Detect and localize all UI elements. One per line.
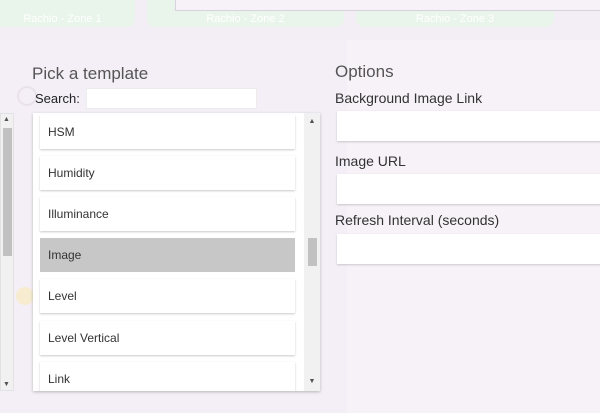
refresh-interval-input[interactable] xyxy=(337,234,600,264)
image-url-input[interactable] xyxy=(337,174,600,204)
template-item-illuminance[interactable]: Illuminance xyxy=(40,197,295,231)
background-image-link-input[interactable] xyxy=(337,111,600,141)
template-item-hsm[interactable]: HSM xyxy=(40,115,295,149)
bg-tile-zone-1: Rachio - Zone 1 xyxy=(0,0,135,27)
bg-scroll-down-icon: ▼ xyxy=(3,381,10,388)
bg-scrollbar: ▲ ▼ xyxy=(0,113,14,391)
scroll-up-icon[interactable]: ▲ xyxy=(304,115,320,129)
bg-tile-label: Rachio - Zone 1 xyxy=(23,13,102,25)
search-input[interactable] xyxy=(86,88,257,109)
template-item-level[interactable]: Level xyxy=(40,279,295,313)
bg-scroll-up-icon: ▲ xyxy=(3,116,10,123)
bg-tile-label: Rachio - Zone 3 xyxy=(415,13,495,25)
image-url-label: Image URL xyxy=(335,153,406,169)
template-item-link[interactable]: Link xyxy=(40,362,295,391)
background-image-link-label: Background Image Link xyxy=(335,90,483,106)
template-item-level-vertical[interactable]: Level Vertical xyxy=(40,321,295,355)
template-list: HSM Humidity Illuminance Image Level Lev… xyxy=(33,113,320,391)
bg-frame xyxy=(175,0,600,11)
pick-template-title: Pick a template xyxy=(32,64,149,83)
bg-scroll-thumb xyxy=(3,128,12,256)
template-list-scrollbar[interactable]: ▲ ▼ xyxy=(304,113,320,391)
template-item-image[interactable]: Image xyxy=(40,238,295,272)
template-item-humidity[interactable]: Humidity xyxy=(40,156,295,190)
scroll-thumb[interactable] xyxy=(308,238,317,266)
options-title: Options xyxy=(335,62,394,81)
scroll-down-icon[interactable]: ▼ xyxy=(304,375,320,389)
bg-tile-label: Rachio - Zone 2 xyxy=(206,13,285,25)
refresh-interval-label: Refresh Interval (seconds) xyxy=(335,212,500,228)
search-label: Search: xyxy=(35,91,80,106)
